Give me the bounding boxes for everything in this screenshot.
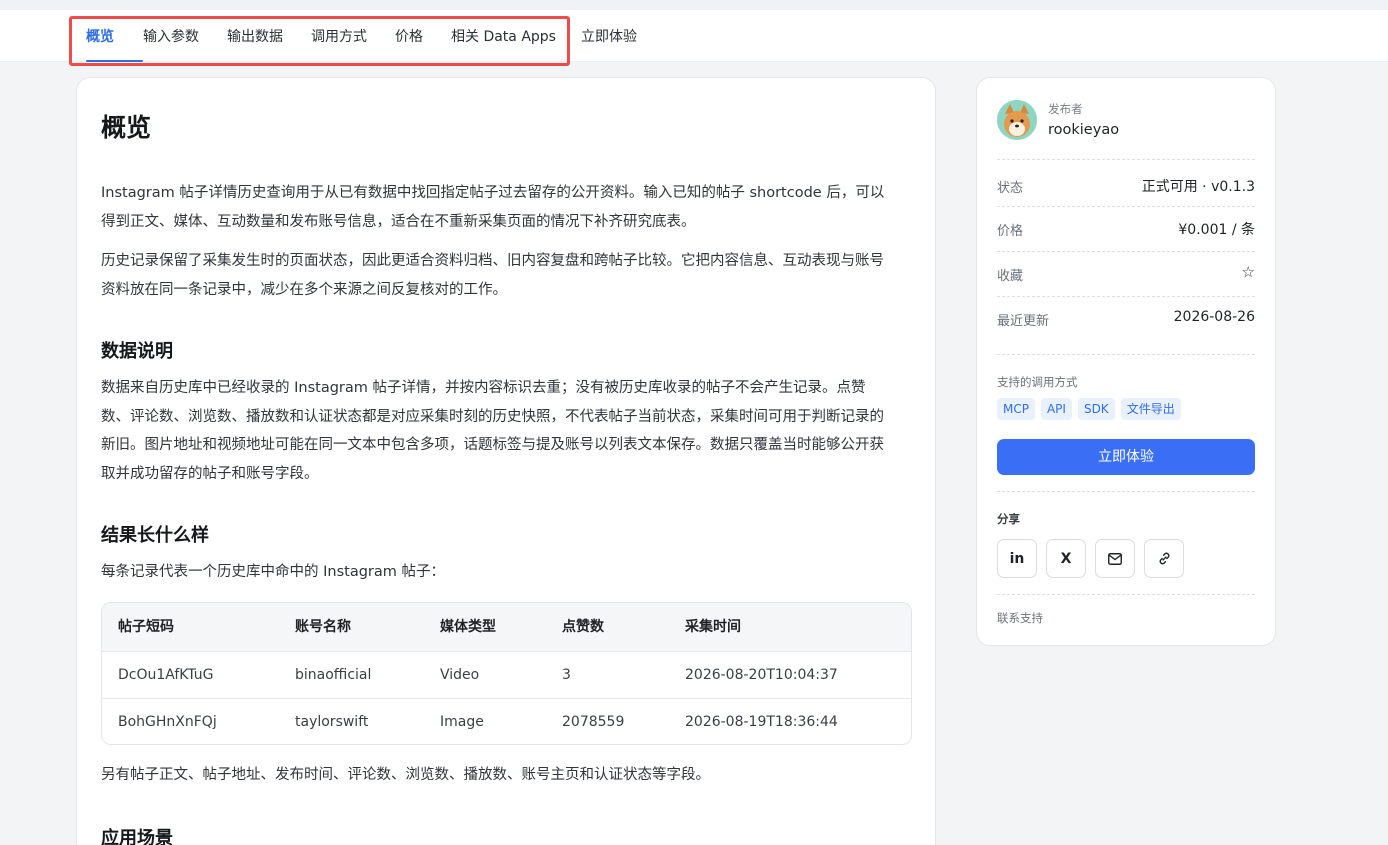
- price-value: ¥0.001 / 条: [1178, 222, 1255, 238]
- table-header-cell: 帖子短码: [118, 619, 174, 635]
- linkedin-icon: in: [1009, 550, 1025, 567]
- data-line: 新旧。图片地址和视频地址可能在同一文本中包含多项，话题标签与提及账号以列表文本保…: [101, 437, 884, 453]
- data-line: 数据来自历史库中已经收录的 Instagram 帖子详情，并按内容标识去重；没有…: [101, 380, 866, 396]
- data-heading: 数据说明: [101, 341, 173, 362]
- divider: [997, 354, 1255, 355]
- table-cell: BohGHnXnFQj: [118, 714, 217, 730]
- table-header-cell: 账号名称: [295, 619, 351, 635]
- intro-paragraph: Instagram 帖子详情历史查询用于从已有数据中找回指定帖子过去留存的公开资…: [101, 179, 913, 236]
- overview-card: 概览 Instagram 帖子详情历史查询用于从已有数据中找回指定帖子过去留存的…: [76, 77, 936, 845]
- history-paragraph: 历史记录保留了采集发生时的页面状态，因此更适合资料归档、旧内容复盘和跨帖子比较。…: [101, 247, 913, 304]
- history-line: 资料放在同一条记录中，减少在多个来源之间反复核对的工作。: [101, 281, 507, 298]
- extra-fields-note: 另有帖子正文、帖子地址、发布时间、评论数、浏览数、播放数、账号主页和认证状态等字…: [101, 767, 710, 783]
- usage-heading: 应用场景: [101, 828, 173, 845]
- table-cell: taylorswift: [295, 714, 369, 730]
- divider: [997, 594, 1255, 595]
- table-cell: Image: [440, 714, 484, 730]
- status-value: 正式可用 · v0.1.3: [1141, 179, 1255, 195]
- intro-line: Instagram 帖子详情历史查询用于从已有数据中找回指定帖子过去留存的公开资…: [101, 185, 885, 201]
- result-intro: 每条记录代表一个历史库中命中的 Instagram 帖子：: [101, 564, 445, 580]
- price-label: 价格: [997, 224, 1024, 239]
- result-heading: 结果长什么样: [101, 525, 209, 546]
- method-chips: MCP API SDK 文件导出: [997, 398, 1181, 420]
- table-cell: 2026-08-20T10:04:37: [685, 667, 838, 683]
- email-share-button[interactable]: [1095, 539, 1135, 578]
- table-cell: 2026-08-19T18:36:44: [685, 714, 838, 730]
- table-cell: DcOu1AfKTuG: [118, 667, 214, 683]
- divider: [997, 159, 1255, 160]
- table-row: DcOu1AfKTuG binaofficial Video 3 2026-08…: [102, 651, 911, 698]
- publisher-label: 发布者: [1048, 102, 1083, 116]
- tab-related-data-apps[interactable]: 相关 Data Apps: [451, 28, 581, 62]
- page-title: 概览: [101, 113, 152, 142]
- try-now-button[interactable]: 立即体验: [997, 439, 1255, 475]
- share-buttons: in X: [997, 539, 1184, 578]
- table-header-cell: 点赞数: [562, 619, 604, 635]
- divider: [997, 206, 1255, 207]
- share-label: 分享: [997, 512, 1020, 526]
- method-chip-file-export: 文件导出: [1120, 398, 1181, 420]
- tab-try-now[interactable]: 立即体验: [581, 28, 651, 62]
- table-cell: 3: [562, 667, 571, 683]
- method-chip-api: API: [1040, 398, 1072, 420]
- x-share-button[interactable]: X: [1046, 539, 1086, 578]
- divider: [997, 491, 1255, 492]
- tab-call-methods[interactable]: 调用方式: [311, 28, 395, 62]
- publisher-avatar[interactable]: [997, 100, 1037, 140]
- data-line: 数、评论数、浏览数、播放数和认证状态都是对应采集时刻的历史快照，不代表帖子当前状…: [101, 408, 884, 425]
- star-icon[interactable]: ☆: [1242, 263, 1255, 281]
- mail-icon: [1108, 552, 1122, 565]
- table-cell: 2078559: [562, 714, 625, 730]
- linkedin-share-button[interactable]: in: [997, 539, 1037, 578]
- table-header-row: 帖子短码 账号名称 媒体类型 点赞数 采集时间: [102, 603, 911, 651]
- methods-label: 支持的调用方式: [997, 375, 1078, 389]
- dog-avatar-icon: [997, 100, 1037, 140]
- updated-label: 最近更新: [997, 314, 1050, 329]
- table-header-cell: 媒体类型: [440, 619, 496, 635]
- divider: [997, 296, 1255, 297]
- copy-link-button[interactable]: [1144, 539, 1184, 578]
- updated-value: 2026-08-26: [1173, 309, 1255, 325]
- x-icon: X: [1060, 550, 1072, 567]
- data-line: 取并成功留存的帖子和账号字段。: [101, 465, 319, 482]
- divider: [997, 251, 1255, 252]
- method-chip-mcp: MCP: [997, 398, 1035, 420]
- section-tabs: 概览 输入参数 输出数据 调用方式 价格 相关 Data Apps 立即体验: [86, 28, 651, 62]
- data-paragraph: 数据来自历史库中已经收录的 Instagram 帖子详情，并按内容标识去重；没有…: [101, 374, 913, 488]
- tab-output-data[interactable]: 输出数据: [227, 28, 311, 62]
- table-row: BohGHnXnFQj taylorswift Image 2078559 20…: [102, 698, 911, 744]
- table-cell: binaofficial: [295, 667, 372, 683]
- intro-line: 得到正文、媒体、互动数量和发布账号信息，适合在不重新采集页面的情况下补齐研究底表…: [101, 213, 696, 230]
- tab-input-params[interactable]: 输入参数: [143, 28, 227, 62]
- status-label: 状态: [997, 181, 1024, 196]
- table-cell: Video: [440, 667, 480, 683]
- tab-pricing[interactable]: 价格: [395, 28, 451, 62]
- table-header-cell: 采集时间: [685, 619, 741, 635]
- method-chip-sdk: SDK: [1077, 398, 1115, 420]
- history-line: 历史记录保留了采集发生时的页面状态，因此更适合资料归档、旧内容复盘和跨帖子比较。…: [101, 253, 884, 269]
- app-info-card: 发布者 rookieyao 状态 正式可用 · v0.1.3 价格 ¥0.001…: [976, 77, 1276, 646]
- favorite-label: 收藏: [997, 269, 1024, 284]
- contact-support-link[interactable]: 联系支持: [997, 610, 1043, 626]
- sample-table: 帖子短码 账号名称 媒体类型 点赞数 采集时间 DcOu1AfKTuG bina…: [101, 602, 912, 745]
- publisher-name[interactable]: rookieyao: [1048, 122, 1119, 138]
- tab-overview[interactable]: 概览: [86, 28, 143, 62]
- link-icon: [1159, 552, 1169, 565]
